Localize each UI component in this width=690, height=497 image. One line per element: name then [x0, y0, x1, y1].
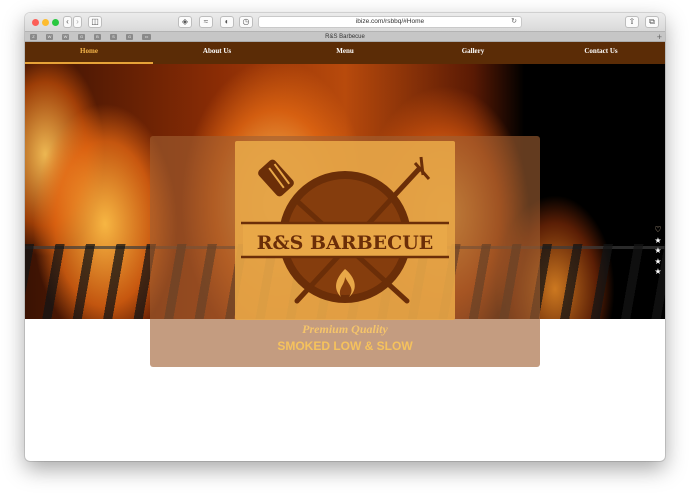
extension-button[interactable]: ≈ — [199, 16, 213, 28]
side-icon-bar: ♡ ★ ★ ★ ★ — [653, 225, 663, 278]
chevron-left-icon: ‹ — [66, 17, 69, 26]
new-tab-button[interactable]: + — [657, 32, 662, 42]
layers-icon: ◈ — [181, 17, 189, 26]
star-icon[interactable]: ★ — [653, 246, 663, 257]
extension-icon: ≈ — [203, 17, 209, 26]
tab-title[interactable]: R&S Barbecue — [25, 32, 665, 42]
star-icon[interactable]: ★ — [653, 257, 663, 268]
nav-gallery[interactable]: Gallery — [409, 42, 537, 64]
nav-menu[interactable]: Menu — [281, 42, 409, 64]
address-bar[interactable]: ibize.com/rsbbq/#Home ↻ — [258, 16, 522, 28]
history-button[interactable]: ◷ — [239, 16, 253, 28]
share-button[interactable]: ⇧ — [625, 16, 639, 28]
star-icon[interactable]: ★ — [653, 267, 663, 278]
star-icon[interactable]: ★ — [653, 236, 663, 247]
promo-headline: SMOKED LOW & SLOW — [277, 339, 413, 353]
url-text: ibize.com/rsbbq/#Home — [355, 18, 425, 25]
logo-card: R&S BARBECUE — [235, 141, 455, 320]
back-button[interactable]: ‹ — [63, 16, 72, 28]
minimize-window-button[interactable] — [42, 19, 49, 26]
tab-bar: Z W W G B S G ▭ R&S Barbecue + — [25, 31, 665, 42]
barbecue-logo: R&S BARBECUE — [241, 156, 449, 304]
show-tabs-button[interactable]: ⧉ — [645, 16, 659, 28]
reload-icon[interactable]: ↻ — [511, 17, 517, 27]
promo-tagline: Premium Quality — [302, 322, 388, 336]
nav-contact-us[interactable]: Contact Us — [537, 42, 665, 64]
chevron-right-icon: › — [76, 17, 79, 26]
heart-icon[interactable]: ♡ — [653, 225, 663, 236]
browser-toolbar: ‹ › ◫ ◈ ≈ ◐ ◷ ibize.com/rsbbq/#Home ↻ ⇧ … — [25, 13, 665, 31]
logo-text: R&S BARBECUE — [257, 232, 434, 254]
sidebar-icon: ◫ — [91, 17, 99, 26]
nav-about-us[interactable]: About Us — [153, 42, 281, 64]
share-icon: ⇧ — [628, 17, 636, 26]
nav-home[interactable]: Home — [25, 42, 153, 64]
layers-extension-button[interactable]: ◈ — [178, 16, 192, 28]
browser-window: ‹ › ◫ ◈ ≈ ◐ ◷ ibize.com/rsbbq/#Home ↻ ⇧ … — [25, 13, 665, 461]
zoom-window-button[interactable] — [52, 19, 59, 26]
sidebar-toggle-button[interactable]: ◫ — [88, 16, 102, 28]
site-nav: Home About Us Menu Gallery Contact Us — [25, 42, 665, 64]
pocket-button[interactable]: ◐ — [220, 16, 234, 28]
shield-icon: ◐ — [224, 17, 230, 26]
close-window-button[interactable] — [32, 19, 39, 26]
forward-button[interactable]: › — [73, 16, 82, 28]
tabs-icon: ⧉ — [649, 17, 655, 26]
clock-icon: ◷ — [242, 17, 250, 26]
